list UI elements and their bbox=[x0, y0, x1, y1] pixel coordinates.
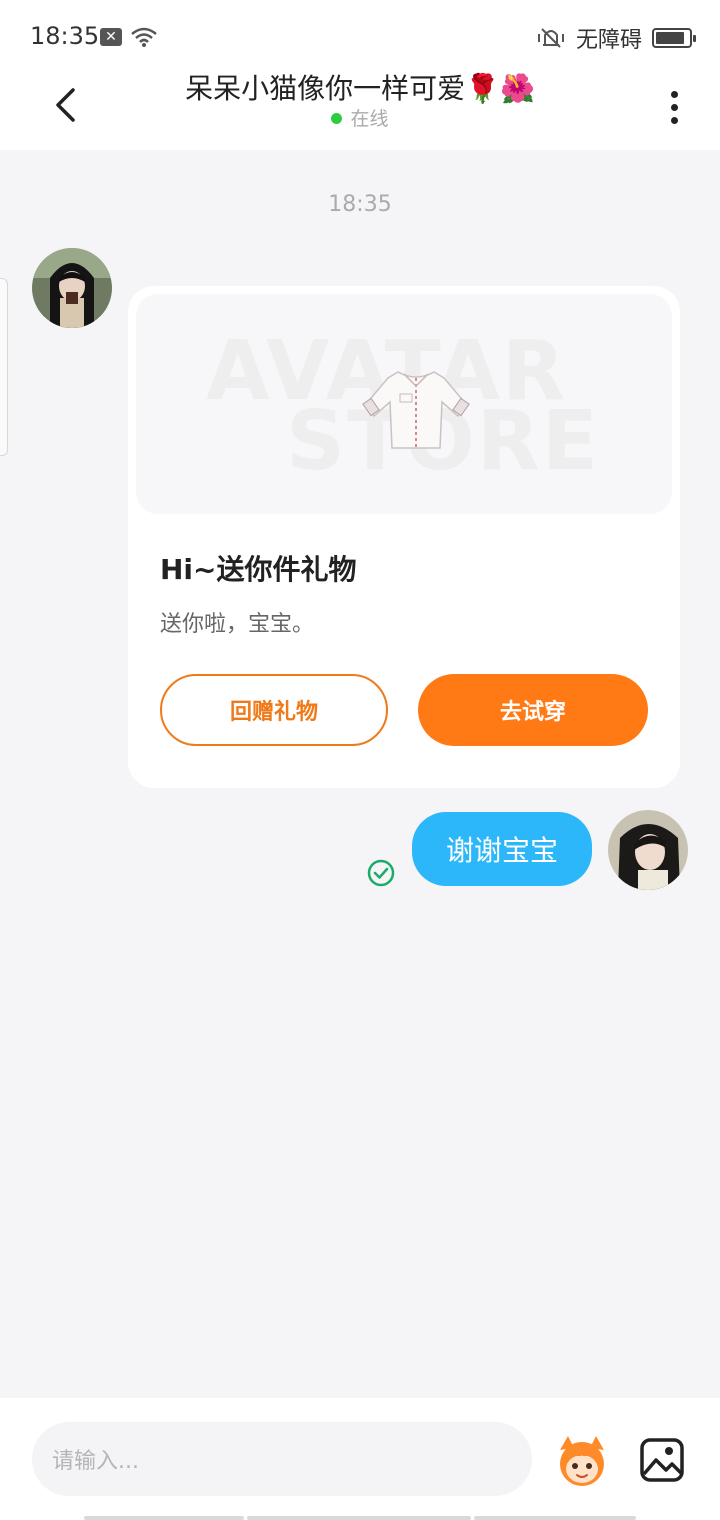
shirt-gift-icon bbox=[362, 371, 470, 449]
wifi-icon bbox=[131, 27, 157, 47]
more-dot bbox=[670, 103, 678, 111]
more-vertical-icon bbox=[670, 90, 678, 98]
gesture-bar bbox=[84, 1516, 636, 1520]
side-drawer-handle[interactable] bbox=[0, 278, 8, 456]
more-dot bbox=[670, 116, 678, 124]
gesture-bar-segment bbox=[474, 1516, 636, 1520]
gift-description: 送你啦，宝宝。 bbox=[160, 612, 315, 637]
message-list[interactable]: 18:35 AVATAR STORE Hi~送你件礼物 送你啦，宝宝。 回赠礼物… bbox=[0, 150, 720, 1398]
status-icons-left: ✕ bbox=[100, 26, 158, 48]
try-on-button[interactable]: 去试穿 bbox=[418, 674, 648, 746]
status-bar: 18:35 ✕ 无障碍 bbox=[0, 0, 720, 72]
gesture-bar-segment bbox=[84, 1516, 244, 1520]
gift-message-card[interactable]: AVATAR STORE Hi~送你件礼物 送你啦，宝宝。 回赠礼物 去试穿 bbox=[128, 286, 680, 788]
gesture-bar-segment bbox=[247, 1516, 471, 1520]
check-circle-icon bbox=[367, 859, 395, 887]
avatar-image bbox=[608, 810, 688, 890]
message-timestamp: 18:35 bbox=[328, 192, 392, 217]
online-dot-icon bbox=[331, 112, 343, 124]
vibrate-icon bbox=[537, 28, 564, 48]
status-time: 18:35 bbox=[30, 22, 100, 50]
accessibility-label: 无障碍 bbox=[575, 28, 642, 53]
gift-preview-image[interactable]: AVATAR STORE bbox=[136, 294, 672, 514]
chat-header: 呆呆小猫像你一样可爱🌹🌺 在线 bbox=[0, 72, 720, 150]
sim-x-icon: ✕ bbox=[100, 28, 122, 46]
online-status-label: 在线 bbox=[350, 108, 389, 130]
mascot-emoji-icon[interactable] bbox=[554, 1432, 610, 1488]
sender-avatar[interactable] bbox=[32, 248, 112, 328]
avatar-image bbox=[32, 248, 112, 328]
outgoing-message-bubble[interactable]: 谢谢宝宝 bbox=[412, 812, 592, 886]
more-options-button[interactable] bbox=[656, 82, 692, 132]
message-input[interactable]: 请输入... bbox=[32, 1422, 532, 1496]
my-avatar[interactable] bbox=[608, 810, 688, 890]
input-bar: 请输入... bbox=[0, 1398, 720, 1520]
status-icons-right: 无障碍 bbox=[536, 22, 696, 54]
chat-title: 呆呆小猫像你一样可爱🌹🌺 bbox=[185, 72, 535, 105]
battery-fill bbox=[656, 32, 684, 44]
image-icon[interactable] bbox=[638, 1436, 686, 1484]
return-gift-button[interactable]: 回赠礼物 bbox=[160, 674, 388, 746]
online-status: 在线 bbox=[0, 108, 720, 130]
battery-icon bbox=[652, 28, 696, 48]
gift-title: Hi~送你件礼物 bbox=[160, 553, 357, 586]
